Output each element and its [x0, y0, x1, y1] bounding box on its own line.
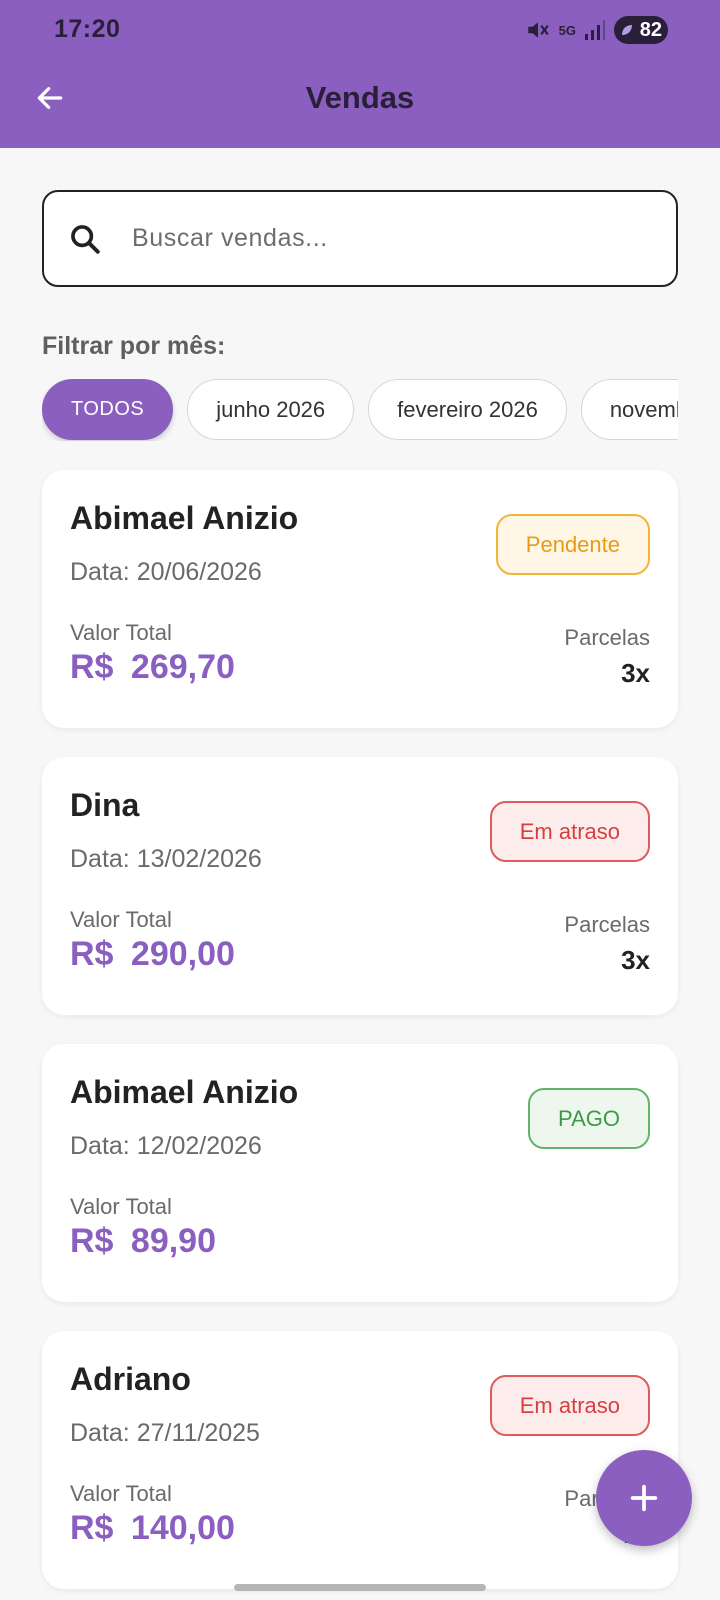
status-time: 17:20 [54, 15, 121, 43]
total-label: Valor Total [70, 907, 172, 932]
sale-card[interactable]: Adriano Data: 27/11/2025 Valor Total R$ … [42, 1331, 678, 1589]
chip-june-2026[interactable]: junho 2026 [187, 379, 355, 440]
month-filter-chips[interactable]: TODOS junho 2026 fevereiro 2026 novembro… [42, 379, 678, 441]
sale-date: Data: 12/02/2026 [70, 1132, 262, 1160]
chip-all[interactable]: TODOS [42, 379, 174, 440]
search-bar[interactable] [42, 190, 678, 287]
installments-label: Parcelas [564, 625, 650, 650]
battery-level: 82 [639, 18, 662, 41]
status-badge: Pendente [495, 514, 650, 575]
customer-name: Adriano [70, 1361, 191, 1397]
total-amount: R$ 140,00 [70, 1509, 235, 1547]
sale-date: Data: 20/06/2026 [70, 558, 262, 586]
sale-card[interactable]: Dina Data: 13/02/2026 Valor Total R$ 290… [42, 757, 678, 1015]
total-amount: R$ 89,90 [70, 1222, 216, 1260]
battery-icon: 82 [614, 16, 668, 44]
total-amount: R$ 269,70 [70, 648, 235, 686]
filter-label: Filtrar por mês: [42, 332, 226, 360]
home-indicator[interactable] [234, 1584, 486, 1591]
total-label: Valor Total [70, 1481, 172, 1506]
installments-label: Parcelas [564, 912, 650, 937]
chip-february-2026[interactable]: fevereiro 2026 [368, 379, 567, 440]
installments-value: 3x [621, 945, 650, 975]
network-label: 5G [558, 22, 576, 38]
total-label: Valor Total [70, 620, 172, 645]
signal-icon [584, 19, 606, 41]
page-title: Vendas [305, 80, 415, 115]
mute-icon [525, 17, 551, 43]
total-label: Valor Total [70, 1194, 172, 1219]
network-5g-icon: 5G [559, 24, 576, 37]
add-sale-button[interactable] [596, 1450, 692, 1546]
chip-november-2025[interactable]: novembro 2025 [580, 379, 678, 440]
plus-icon [630, 1484, 658, 1512]
status-badge: Em atraso [489, 801, 650, 862]
sale-card[interactable]: Abimael Anizio Data: 12/02/2026 Valor To… [42, 1044, 678, 1302]
customer-name: Abimael Anizio [70, 500, 299, 536]
search-input[interactable] [132, 224, 612, 253]
sale-card[interactable]: Abimael Anizio Data: 20/06/2026 Valor To… [42, 470, 678, 728]
sale-date: Data: 13/02/2026 [70, 845, 262, 873]
total-amount: R$ 290,00 [70, 935, 235, 973]
status-icons: 5G 82 [525, 14, 668, 46]
search-icon [71, 224, 100, 254]
app-bar: 17:20 5G 82 Vendas [0, 0, 720, 148]
status-badge: PAGO [528, 1088, 650, 1149]
customer-name: Abimael Anizio [70, 1074, 299, 1110]
installments-value: 3x [621, 658, 650, 688]
sale-date: Data: 27/11/2025 [70, 1419, 260, 1447]
customer-name: Dina [70, 787, 140, 823]
status-badge: Em atraso [489, 1375, 650, 1436]
